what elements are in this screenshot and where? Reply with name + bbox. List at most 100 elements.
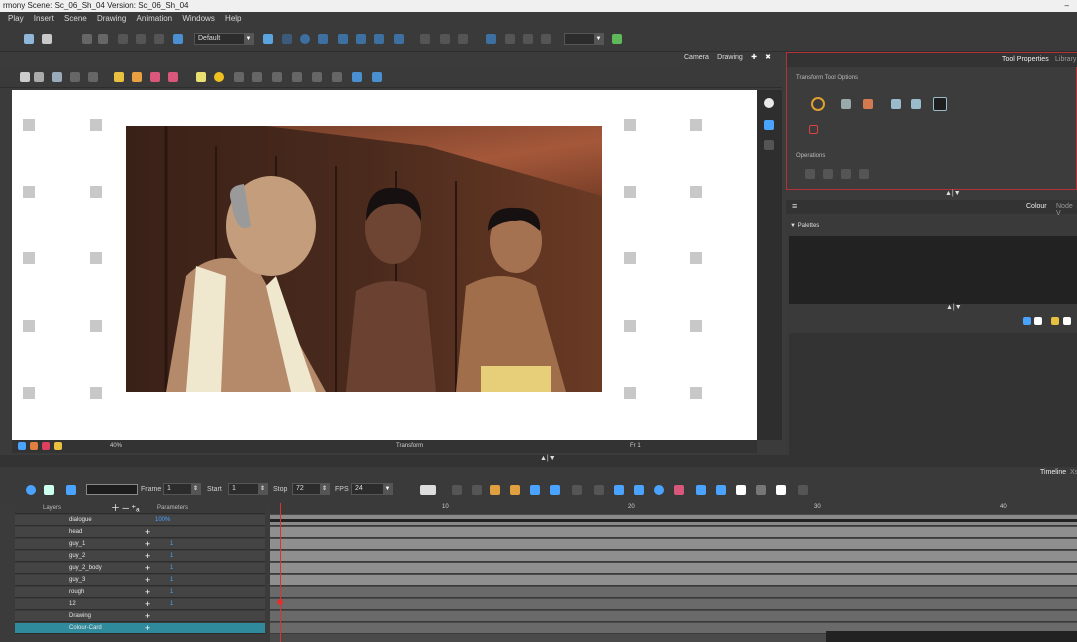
layer-row[interactable]: guy_2 +1 [15,551,265,562]
tab-timeline[interactable]: Timeline [1040,469,1066,476]
cutter-icon[interactable] [70,72,80,82]
layer-row[interactable]: 12 +1 [15,599,265,610]
peg-select-icon[interactable] [933,97,947,111]
add-keyframe-icon[interactable]: + [145,563,150,573]
frame-view-icon[interactable] [18,442,26,450]
contour-icon[interactable] [352,72,362,82]
lock-icon[interactable] [114,72,124,82]
start-input[interactable]: 1 ⇕ [228,483,268,495]
frames-icon[interactable] [696,485,706,495]
frame-input[interactable]: 1 ⇕ [163,483,201,495]
select-mode-icon[interactable] [841,99,851,109]
zoom-level[interactable]: 40% [110,443,122,449]
menu-animation[interactable]: Animation [137,14,173,23]
menu-play[interactable]: Play [8,14,24,23]
colour-list[interactable] [789,333,1077,455]
tab-library[interactable]: Library [1055,56,1076,63]
workspace-select[interactable]: Default ▼ [194,33,254,45]
onion-prev-icon[interactable] [452,485,462,495]
tab-tool-properties[interactable]: Tool Properties [1002,56,1049,63]
line-style-icon[interactable] [420,485,436,495]
frame-row[interactable] [270,527,1077,538]
ik-icon[interactable] [440,34,450,44]
layer-param[interactable]: 1 [170,575,173,586]
add-keyframe-icon[interactable]: + [145,551,150,561]
fps-input[interactable]: 24 ▼ [351,483,393,495]
timeline-scrollbar[interactable] [826,631,1077,642]
stepper-icon[interactable]: ⇕ [258,484,267,494]
pivot-icon[interactable] [282,34,292,44]
op-flip-icon[interactable] [823,169,833,179]
flag-icon[interactable] [612,34,622,44]
stop-motion-icon[interactable] [550,485,560,495]
layer-row[interactable]: guy_3 +1 [15,575,265,586]
frame-row[interactable] [270,575,1077,586]
stepper-icon[interactable]: ⇕ [320,484,329,494]
loop-icon[interactable] [26,485,36,495]
stepper-icon[interactable]: ⇕ [191,484,200,494]
layer-row-selected[interactable]: Colour-Card + [15,623,265,634]
zz-icon[interactable] [674,485,684,495]
mark-icon[interactable] [776,485,786,495]
grid-a-icon[interactable] [505,34,515,44]
tab-camera[interactable]: Camera [684,54,709,61]
line-icon[interactable] [168,72,178,82]
menu-scene[interactable]: Scene [64,14,87,23]
op-center-icon[interactable] [859,169,869,179]
layer-param[interactable]: 1 [170,563,173,574]
playhead[interactable] [280,503,281,642]
op-rotate-icon[interactable] [805,169,815,179]
deform-icon[interactable] [458,34,468,44]
minimize-button[interactable]: – [1065,0,1069,12]
morph-icon[interactable] [374,34,384,44]
abc-icon[interactable] [798,485,808,495]
paint-icon[interactable] [132,72,142,82]
frame-row[interactable] [270,587,1077,598]
add-keyframe-icon[interactable]: + [145,611,150,621]
rect-icon[interactable] [252,72,262,82]
op-reset-icon[interactable] [841,169,851,179]
add-keyframe-icon[interactable] [490,485,500,495]
brush-colour-icon[interactable] [1023,317,1031,325]
layer-row[interactable]: dialogue 100% [15,515,265,526]
add-keyframe-icon[interactable]: + [145,575,150,585]
pencil-icon[interactable] [150,72,160,82]
bulb-icon[interactable] [214,72,224,82]
remove-keyframe-icon[interactable] [510,485,520,495]
camera-mode-icon[interactable] [764,98,774,108]
keyframe-marker[interactable] [277,599,283,605]
palette-splitter[interactable]: ▲|▼ [946,304,962,311]
timeline-frames[interactable]: 10 20 30 40 [270,503,1077,642]
grid-c-icon[interactable] [541,34,551,44]
eye-icon[interactable] [764,140,774,150]
bucket-icon[interactable] [356,34,366,44]
lightning-icon[interactable] [54,442,62,450]
bezier-icon[interactable] [654,485,664,495]
frame-icon[interactable] [486,34,496,44]
extend-icon[interactable] [716,485,726,495]
onion-next-icon[interactable] [472,485,482,495]
snap-icon[interactable] [863,99,873,109]
menu-drawing[interactable]: Drawing [97,14,126,23]
palettes-header[interactable]: ▼ Palettes [790,223,819,229]
timeline-splitter[interactable]: ▲|▼ [540,455,556,462]
blank-cell-icon[interactable] [736,485,746,495]
menu-help[interactable]: Help [225,14,241,23]
text-icon[interactable] [312,72,322,82]
panel-splitter[interactable]: ▲|▼ [945,190,975,200]
palette-list[interactable] [789,236,1077,304]
layers-icon[interactable] [764,120,774,130]
tab-colour[interactable]: Colour [1026,203,1047,210]
frame-row[interactable] [270,563,1077,574]
layer-param[interactable]: 1 [170,599,173,610]
tab-node-view[interactable]: Node V [1056,203,1077,217]
frame-row[interactable] [270,539,1077,550]
scene-settings-icon[interactable] [42,34,52,44]
onion-skin-icon[interactable] [300,34,310,44]
pencil-colour-icon[interactable] [1051,317,1059,325]
grid-b-icon[interactable] [523,34,533,44]
key-in-icon[interactable] [614,485,624,495]
reset-icon[interactable] [30,442,38,450]
palette-icon[interactable] [42,442,50,450]
frame-row[interactable] [270,551,1077,562]
